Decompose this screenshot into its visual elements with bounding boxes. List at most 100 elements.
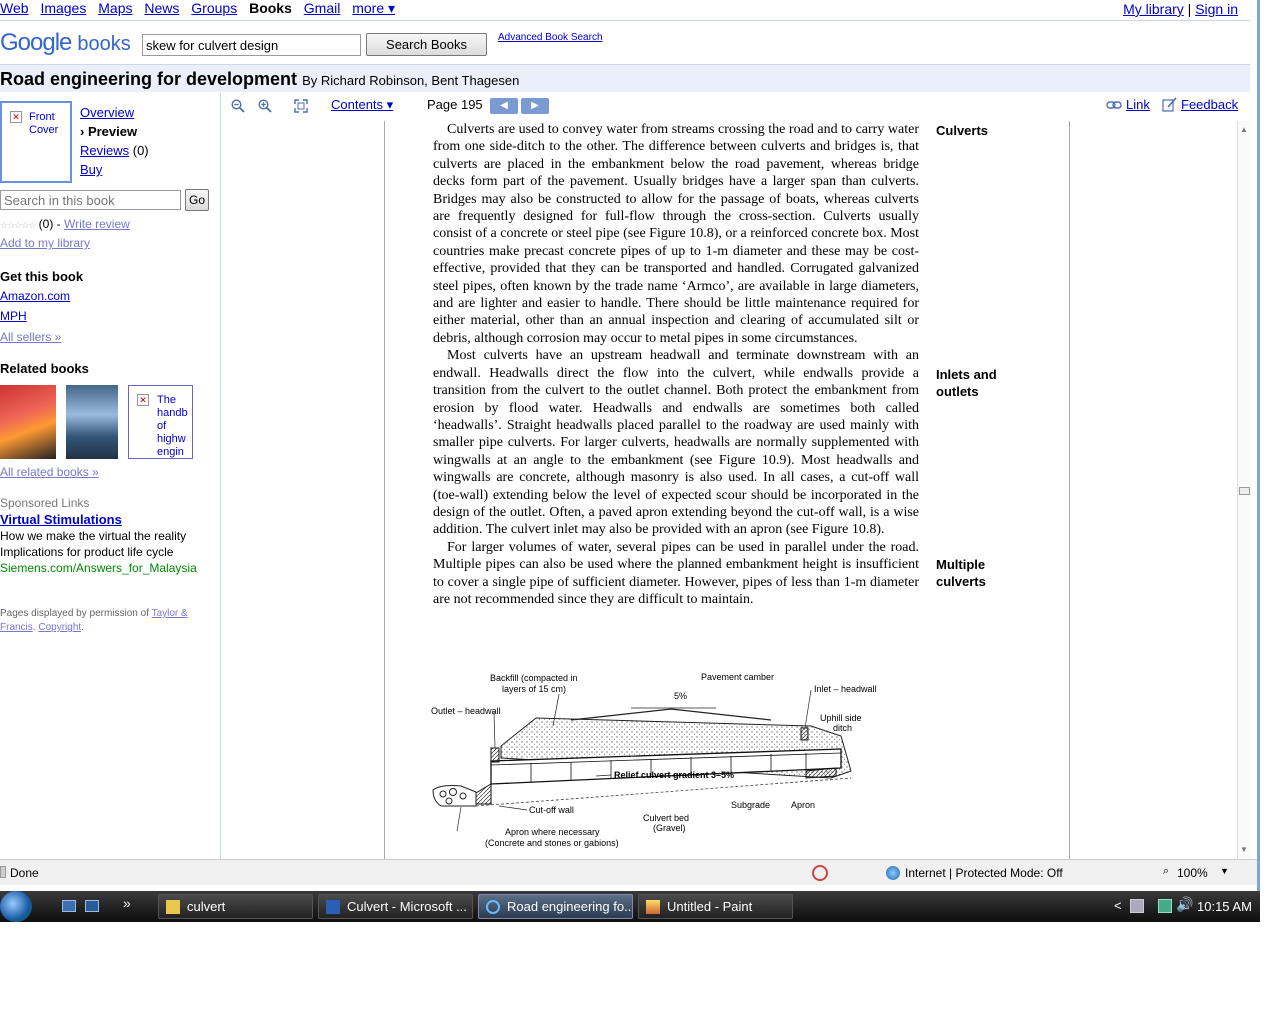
reviews-link[interactable]: Reviews [80, 143, 129, 158]
sponsored-links-heading: Sponsored Links [0, 496, 90, 510]
start-orb-icon[interactable] [0, 891, 32, 922]
viewer-scrollbar[interactable]: ▲ ▼ [1237, 121, 1250, 859]
svg-text:Apron: Apron [791, 800, 815, 810]
buy-link[interactable]: Buy [80, 162, 102, 177]
overview-link[interactable]: Overview [80, 105, 134, 120]
advanced-book-search-link[interactable]: Advanced Book Search [498, 32, 603, 43]
network-icon[interactable] [1158, 899, 1172, 913]
popup-blocker-icon[interactable] [812, 865, 828, 881]
ad-title-link[interactable]: Virtual Stimulations [0, 512, 122, 527]
all-related-books-link[interactable]: All related books » [0, 465, 99, 479]
fullscreen-icon[interactable] [294, 99, 308, 113]
nav-news[interactable]: News [144, 0, 179, 16]
front-cover-thumbnail[interactable]: ✕ Front Cover [0, 101, 72, 183]
search-books-button[interactable]: Search Books [366, 33, 487, 56]
switch-windows-icon[interactable] [85, 900, 99, 912]
svg-text:Culvert bed: Culvert bed [643, 813, 689, 823]
feedback-icon [1162, 97, 1177, 112]
next-page-button[interactable]: ▶ [521, 98, 549, 114]
show-desktop-icon[interactable] [62, 900, 76, 912]
nav-maps[interactable]: Maps [98, 0, 132, 16]
ad-url[interactable]: Siemens.com/Answers_for_Malaysia [0, 561, 210, 576]
book-title: Road engineering for development [0, 69, 298, 89]
viewer-toolbar: Contents ▾ Page 195 ◀ ▶ Link Feedback [221, 93, 1250, 121]
clock[interactable]: 10:15 AM [1197, 899, 1252, 914]
tray-chevron[interactable]: < [1114, 898, 1122, 913]
go-button[interactable]: Go [185, 189, 209, 211]
scroll-up-arrow-icon[interactable]: ▲ [1240, 125, 1248, 134]
margin-note-inlets: Inlets and outlets [936, 367, 997, 399]
sign-in-link[interactable]: Sign in [1195, 1, 1238, 17]
broken-image-icon: ✕ [137, 394, 149, 406]
star-rating-icon: ☆☆☆☆☆ [0, 220, 36, 230]
browser-window: Web Images Maps News Groups Books Gmail … [0, 0, 1260, 892]
nav-images[interactable]: Images [40, 0, 86, 16]
volume-icon[interactable]: 🔊 [1176, 896, 1193, 913]
svg-text:Relief culvert gradient 3–5%: Relief culvert gradient 3–5% [614, 770, 734, 780]
logo-google: Google [0, 29, 72, 56]
nav-more[interactable]: more ▾ [352, 0, 395, 16]
book-search-input[interactable] [142, 34, 361, 56]
status-done: Done [10, 866, 39, 880]
related-book-thumbnail-3[interactable]: ✕ The handb of highw engin [128, 385, 193, 459]
scroll-thumb[interactable] [1239, 487, 1250, 495]
svg-text:Backfill (compacted in: Backfill (compacted in [490, 673, 578, 683]
zoom-level[interactable]: 100% [1177, 866, 1208, 880]
task-word[interactable]: Culvert - Microsoft ... [318, 894, 473, 919]
security-zone[interactable]: Internet | Protected Mode: Off [905, 866, 1063, 880]
prev-page-button[interactable]: ◀ [490, 98, 518, 114]
zoom-magnifier-icon: ⌕ [1163, 865, 1170, 877]
preview-current: › Preview [80, 124, 138, 139]
paragraph-3: For larger volumes of water, several pip… [433, 539, 919, 607]
seller-amazon-link[interactable]: Amazon.com [0, 289, 70, 303]
windows-taskbar: » culvert Culvert - Microsoft ... Road e… [0, 891, 1260, 922]
book-title-block: Road engineering for development By Rich… [0, 69, 519, 90]
all-sellers-link[interactable]: All sellers » [0, 330, 61, 344]
feedback-link[interactable]: Feedback [1181, 97, 1238, 112]
related-book-thumbnail-2[interactable] [66, 385, 118, 459]
rating-count: (0) - [35, 217, 65, 231]
copyright-link[interactable]: Copyright [38, 622, 81, 633]
svg-text:layers of 15 cm): layers of 15 cm) [502, 684, 566, 694]
book-page: Culverts are used to convey water from s… [384, 121, 1070, 859]
nav-groups[interactable]: Groups [191, 0, 237, 16]
permission-note: Pages displayed by permission of Taylor … [0, 607, 215, 635]
svg-text:Pavement camber: Pavement camber [701, 672, 774, 682]
google-top-nav: Web Images Maps News Groups Books Gmail … [0, 0, 1250, 21]
nav-separator: | [1187, 1, 1192, 17]
word-icon [326, 900, 340, 914]
task-culvert-folder[interactable]: culvert [158, 894, 313, 919]
zoom-in-icon[interactable] [258, 99, 272, 113]
tray-app-icon[interactable] [1130, 899, 1144, 913]
logo-books: books [77, 33, 131, 55]
related-books-heading: Related books [0, 361, 89, 376]
my-library-link[interactable]: My library [1123, 1, 1184, 17]
nav-gmail[interactable]: Gmail [304, 0, 341, 16]
inlet-headwall-shape [800, 727, 809, 741]
left-sidebar: ✕ Front Cover Overview › Preview Reviews… [0, 93, 221, 859]
related-book-thumbnail-1[interactable] [0, 385, 56, 459]
outlet-headwall-shape [490, 747, 500, 763]
book-section-nav: Overview › Preview Reviews (0) Buy [80, 103, 149, 179]
permission-end: . [81, 622, 84, 633]
add-to-library-link[interactable]: Add to my library [0, 236, 90, 250]
zoom-out-icon[interactable] [231, 99, 245, 113]
quicklaunch-chevron[interactable]: » [123, 895, 131, 911]
seller-mph-link[interactable]: MPH [0, 309, 27, 323]
task-paint[interactable]: Untitled - Paint [638, 894, 793, 919]
svg-text:Subgrade: Subgrade [731, 800, 770, 810]
link-link[interactable]: Link [1126, 97, 1150, 112]
nav-web[interactable]: Web [0, 0, 29, 16]
scroll-down-arrow-icon[interactable]: ▼ [1240, 845, 1248, 854]
ie-icon [486, 900, 500, 914]
browser-status-bar: Done Internet | Protected Mode: Off ⌕ 10… [0, 859, 1257, 885]
task-internet-explorer[interactable]: Road engineering fo... [478, 894, 633, 919]
google-books-logo[interactable]: Google books [0, 29, 131, 57]
svg-text:ditch: ditch [833, 723, 852, 733]
search-in-book-input[interactable] [0, 190, 181, 210]
write-review-link[interactable]: Write review [64, 217, 130, 231]
zoom-dropdown-icon[interactable]: ▼ [1220, 866, 1229, 876]
contents-dropdown[interactable]: Contents ▾ [331, 97, 393, 113]
book-viewer: Culverts are used to convey water from s… [221, 121, 1250, 859]
svg-text:(Gravel): (Gravel) [653, 823, 686, 833]
